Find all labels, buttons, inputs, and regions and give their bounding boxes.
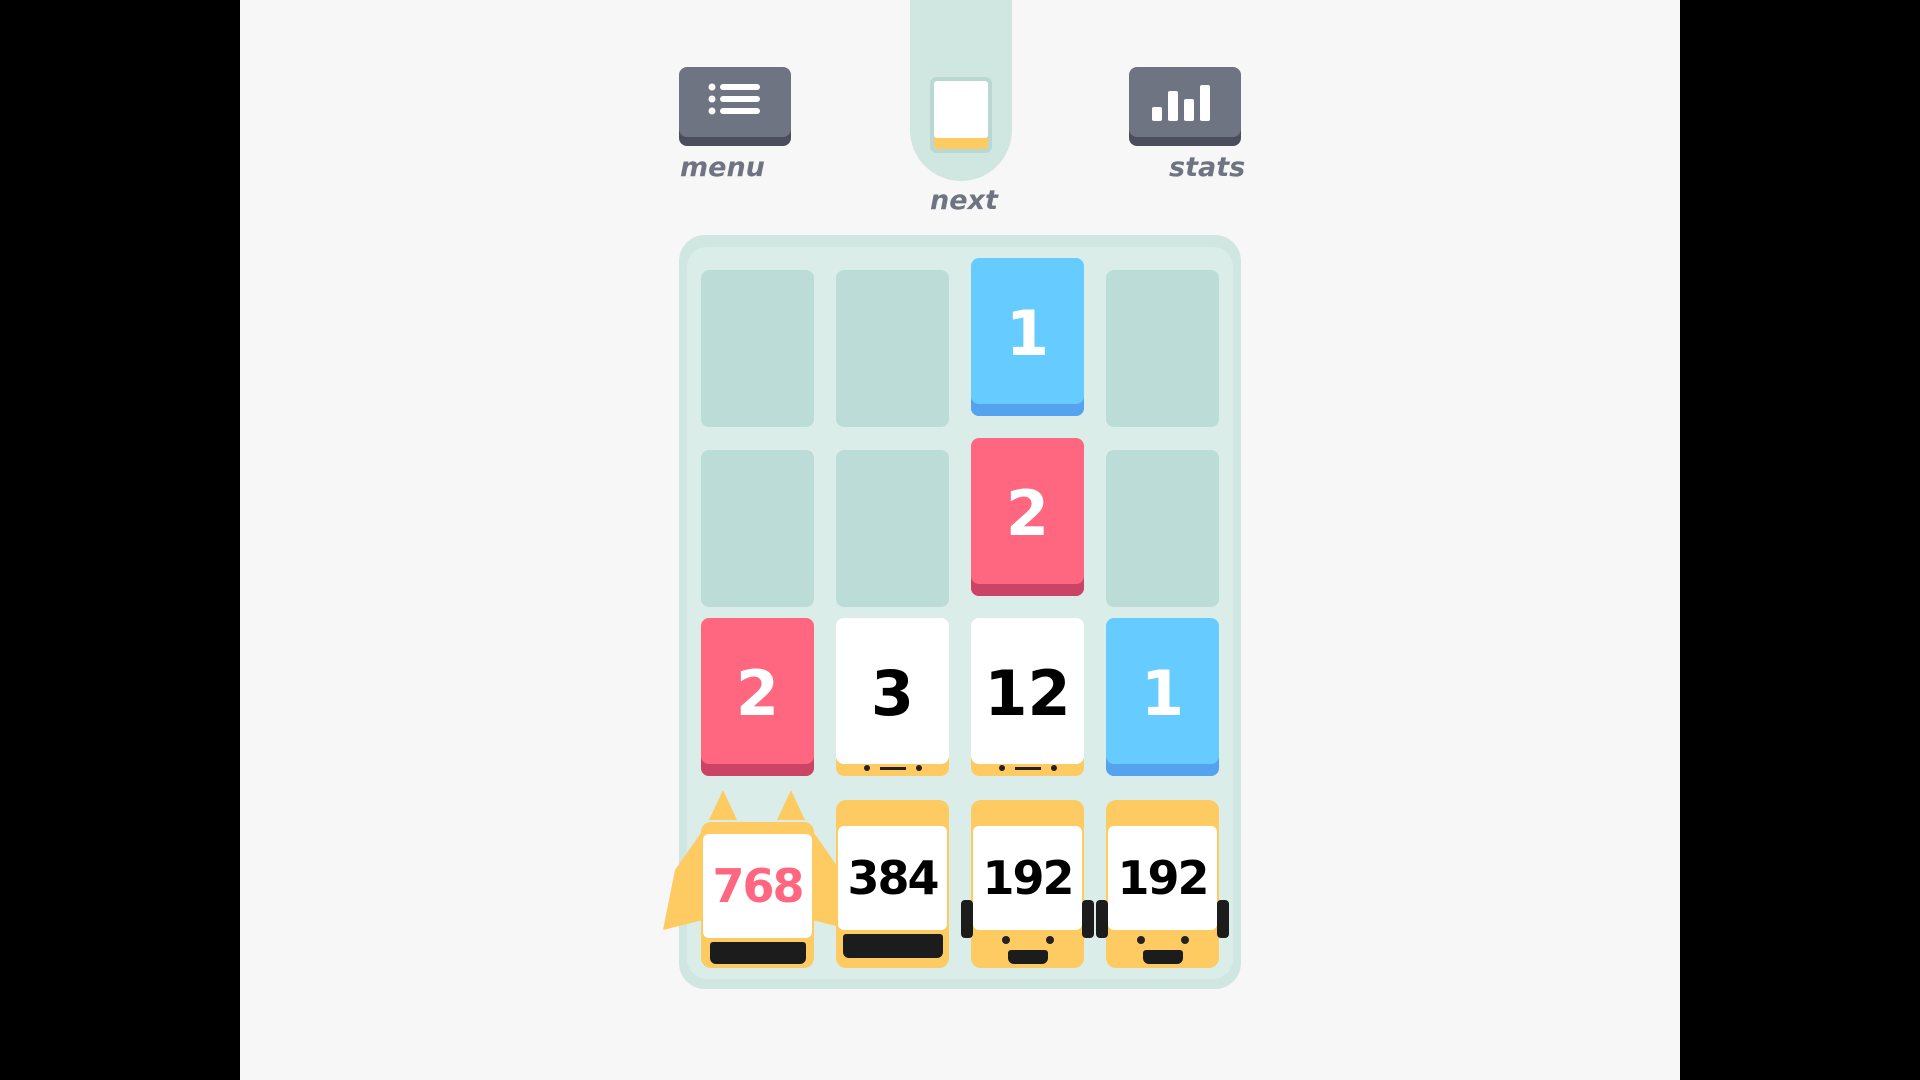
empty-slot xyxy=(836,270,949,427)
tile-1[interactable]: 1 xyxy=(971,258,1084,416)
empty-slot xyxy=(836,450,949,607)
tile-2[interactable]: 2 xyxy=(971,438,1084,596)
tile-value: 192 xyxy=(982,851,1074,905)
tile-mouth xyxy=(709,942,806,964)
tile-192[interactable]: 192 xyxy=(961,800,1094,968)
tile-value: 12 xyxy=(984,656,1071,730)
tile-eyes xyxy=(1106,936,1219,944)
tile-3[interactable]: 3 xyxy=(836,618,949,776)
tile-card: 768 xyxy=(703,834,812,938)
stats-label: stats xyxy=(1169,152,1246,183)
tile-arm xyxy=(961,900,973,938)
tile-arm xyxy=(1096,900,1108,938)
tile-value: 768 xyxy=(712,859,804,913)
tile-value: 384 xyxy=(847,851,939,905)
empty-slot xyxy=(1106,270,1219,427)
empty-slot xyxy=(1106,450,1219,607)
wing-left-icon xyxy=(663,830,703,930)
tile-value: 2 xyxy=(735,656,780,730)
tile-face xyxy=(836,762,949,774)
next-tile-preview xyxy=(930,77,992,153)
game-board[interactable]: 1 2 2 3 12 1 768 384 192 192 xyxy=(663,235,1241,989)
tile-arm xyxy=(1082,900,1094,938)
tile-384[interactable]: 384 xyxy=(836,800,949,968)
tile-value: 192 xyxy=(1117,851,1209,905)
tile-value: 3 xyxy=(870,656,915,730)
next-tile-indicator xyxy=(910,0,1012,181)
game-screen: menu next stats 1 2 2 3 12 1 768 384 192… xyxy=(240,0,1680,1080)
tile-12[interactable]: 12 xyxy=(971,618,1084,776)
tile-768[interactable]: 768 xyxy=(663,790,852,968)
tile-ear xyxy=(709,790,737,820)
tile-card: 192 xyxy=(973,826,1082,930)
bar-chart-icon xyxy=(1152,85,1210,121)
empty-slot xyxy=(701,450,814,607)
tile-ear xyxy=(777,790,805,820)
tile-192[interactable]: 192 xyxy=(1096,800,1229,968)
empty-slot xyxy=(701,270,814,427)
tile-value: 1 xyxy=(1140,656,1185,730)
tile-value: 2 xyxy=(1005,476,1050,550)
tile-arm xyxy=(1217,900,1229,938)
tile-eyes xyxy=(971,936,1084,944)
menu-button[interactable] xyxy=(679,67,791,137)
next-label: next xyxy=(930,185,998,216)
tile-card: 192 xyxy=(1108,826,1217,930)
tile-mouth xyxy=(842,934,943,958)
tile-face xyxy=(971,762,1084,774)
tile-2[interactable]: 2 xyxy=(701,618,814,776)
stats-button[interactable] xyxy=(1129,67,1241,137)
tile-1[interactable]: 1 xyxy=(1106,618,1219,776)
tile-card: 384 xyxy=(838,826,947,930)
tile-value: 1 xyxy=(1005,296,1050,370)
tile-mouth xyxy=(1142,950,1183,964)
tile-mouth xyxy=(1007,950,1048,964)
menu-label: menu xyxy=(680,152,765,183)
list-icon xyxy=(708,83,760,115)
